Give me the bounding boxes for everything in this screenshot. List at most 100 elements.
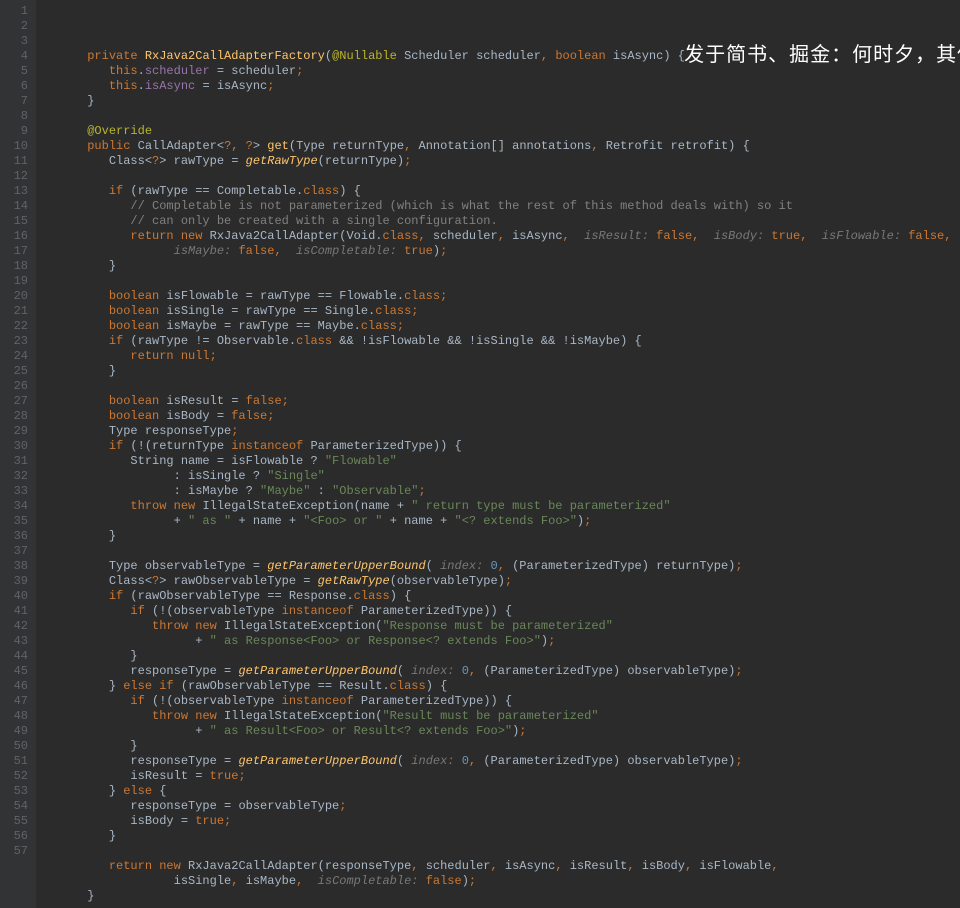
code-line: throw new IllegalStateException("Result … [44,709,960,724]
code-editor: 1234567891011121314151617181920212223242… [0,0,960,908]
line-number: 6 [4,79,28,94]
line-number: 12 [4,169,28,184]
line-number: 53 [4,784,28,799]
code-line: if (!(observableType instanceof Paramete… [44,694,960,709]
line-number: 37 [4,544,28,559]
code-line: // can only be created with a single con… [44,214,960,229]
line-number: 17 [4,244,28,259]
line-number: 56 [4,829,28,844]
line-number: 14 [4,199,28,214]
code-line: isSingle, isMaybe, isCompletable: false)… [44,874,960,889]
code-area[interactable]: 发于简书、掘金：何时夕，其他皆盗版 private RxJava2CallAda… [36,0,960,908]
code-line: Type responseType; [44,424,960,439]
code-line: } [44,364,960,379]
code-line: } [44,529,960,544]
code-line: isBody = true; [44,814,960,829]
line-number: 20 [4,289,28,304]
code-line: return null; [44,349,960,364]
code-line: + " as Response<Foo> or Response<? exten… [44,634,960,649]
code-line: } [44,649,960,664]
line-number: 10 [4,139,28,154]
code-line: this.isAsync = isAsync; [44,79,960,94]
line-number: 26 [4,379,28,394]
code-line: responseType = getParameterUpperBound( i… [44,664,960,679]
line-number: 42 [4,619,28,634]
code-line: responseType = getParameterUpperBound( i… [44,754,960,769]
code-line [44,844,960,859]
line-number: 2 [4,19,28,34]
line-number: 54 [4,799,28,814]
line-number: 52 [4,769,28,784]
line-number: 13 [4,184,28,199]
code-line: boolean isMaybe = rawType == Maybe.class… [44,319,960,334]
line-number: 25 [4,364,28,379]
code-line [44,274,960,289]
code-line: throw new IllegalStateException("Respons… [44,619,960,634]
code-line: private RxJava2CallAdapterFactory(@Nulla… [44,49,960,64]
code-line: this.scheduler = scheduler; [44,64,960,79]
code-line: return new RxJava2CallAdapter(Void.class… [44,229,960,244]
line-number: 50 [4,739,28,754]
line-number: 3 [4,34,28,49]
line-number: 55 [4,814,28,829]
line-number: 46 [4,679,28,694]
code-line: Class<?> rawType = getRawType(returnType… [44,154,960,169]
code-line: if (rawObservableType == Response.class)… [44,589,960,604]
line-number: 57 [4,844,28,859]
code-line: boolean isFlowable = rawType == Flowable… [44,289,960,304]
line-number: 5 [4,64,28,79]
line-number: 21 [4,304,28,319]
line-number: 4 [4,49,28,64]
code-line: isMaybe: false, isCompletable: true); [44,244,960,259]
code-line [44,109,960,124]
line-number: 28 [4,409,28,424]
line-number: 48 [4,709,28,724]
line-number: 49 [4,724,28,739]
line-number: 7 [4,94,28,109]
line-number: 45 [4,664,28,679]
line-number: 16 [4,229,28,244]
code-line: } [44,259,960,274]
code-line: : isMaybe ? "Maybe" : "Observable"; [44,484,960,499]
code-line: } [44,889,960,904]
code-line: if (rawType == Completable.class) { [44,184,960,199]
code-line: if (rawType != Observable.class && !isFl… [44,334,960,349]
code-line: boolean isSingle = rawType == Single.cla… [44,304,960,319]
code-line: @Override [44,124,960,139]
code-line: } [44,829,960,844]
line-number: 35 [4,514,28,529]
line-number: 32 [4,469,28,484]
line-number: 41 [4,604,28,619]
code-line: Class<?> rawObservableType = getRawType(… [44,574,960,589]
line-number: 38 [4,559,28,574]
line-number: 29 [4,424,28,439]
line-number: 8 [4,109,28,124]
code-line: } else if (rawObservableType == Result.c… [44,679,960,694]
code-line: // Completable is not parameterized (whi… [44,199,960,214]
code-line: public CallAdapter<?, ?> get(Type return… [44,139,960,154]
code-line [44,379,960,394]
code-line: return new RxJava2CallAdapter(responseTy… [44,859,960,874]
line-number: 22 [4,319,28,334]
line-number: 24 [4,349,28,364]
line-number: 51 [4,754,28,769]
line-number: 43 [4,634,28,649]
code-line: throw new IllegalStateException(name + "… [44,499,960,514]
line-number: 15 [4,214,28,229]
code-line: } [44,94,960,109]
line-number: 39 [4,574,28,589]
line-number: 44 [4,649,28,664]
code-line: if (!(observableType instanceof Paramete… [44,604,960,619]
code-line [44,169,960,184]
line-number: 11 [4,154,28,169]
code-line: + " as Result<Foo> or Result<? extends F… [44,724,960,739]
code-line: responseType = observableType; [44,799,960,814]
code-line [44,544,960,559]
line-number: 36 [4,529,28,544]
line-number: 33 [4,484,28,499]
line-number: 1 [4,4,28,19]
line-number: 23 [4,334,28,349]
line-number: 31 [4,454,28,469]
line-number: 40 [4,589,28,604]
code-line: + " as " + name + "<Foo> or " + name + "… [44,514,960,529]
